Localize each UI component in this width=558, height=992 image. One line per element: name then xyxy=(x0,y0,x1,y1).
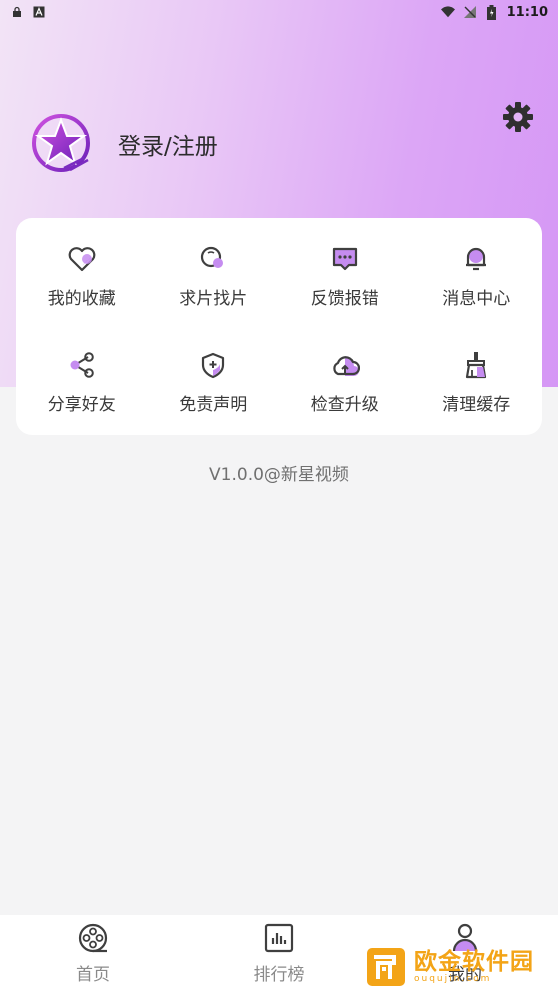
watermark-text: 欧金软件园 xyxy=(414,948,534,975)
wifi-icon xyxy=(440,5,455,19)
watermark-text-block: 欧金软件园 ouqujin.com xyxy=(414,948,534,984)
menu-item-share[interactable]: 分享好友 xyxy=(16,330,148,436)
lock-icon xyxy=(10,5,24,19)
heart-icon xyxy=(68,247,96,272)
menu-item-clear-cache[interactable]: 清理缓存 xyxy=(411,330,543,436)
status-time: 11:10 xyxy=(506,4,548,20)
menu-item-feedback[interactable]: 反馈报错 xyxy=(279,224,411,330)
app-notification-icon xyxy=(32,5,46,19)
login-register-link[interactable]: 登录/注册 xyxy=(118,127,218,161)
profile-section[interactable]: 登录/注册 xyxy=(30,112,218,176)
menu-item-disclaimer[interactable]: 免责声明 xyxy=(148,330,280,436)
watermark-logo-icon xyxy=(367,948,405,986)
feedback-icon xyxy=(332,248,357,271)
tab-home[interactable]: 首页 xyxy=(0,915,186,992)
gear-icon[interactable] xyxy=(501,100,535,134)
menu-item-label: 分享好友 xyxy=(47,394,116,415)
chart-icon xyxy=(264,923,294,953)
bell-icon xyxy=(466,248,487,271)
menu-card: 我的收藏 求片找片 反馈报错 消息中心 分享好友 免责声明 检查升级 清理缓存 xyxy=(16,218,542,435)
tab-label: 首页 xyxy=(76,965,110,985)
status-bar: 11:10 xyxy=(0,0,558,24)
menu-item-check-update[interactable]: 检查升级 xyxy=(279,330,411,436)
share-icon xyxy=(70,351,94,378)
menu-item-label: 反馈报错 xyxy=(310,289,379,310)
search-icon xyxy=(201,247,224,269)
battery-icon xyxy=(485,4,499,20)
menu-item-favorites[interactable]: 我的收藏 xyxy=(16,224,148,330)
menu-item-label: 消息中心 xyxy=(442,289,511,310)
watermark-url: ouqujin.com xyxy=(414,973,492,984)
no-signal-icon xyxy=(463,5,477,19)
menu-item-messages[interactable]: 消息中心 xyxy=(411,224,543,330)
tab-ranking[interactable]: 排行榜 xyxy=(186,915,372,992)
broom-icon xyxy=(466,351,487,378)
menu-item-label: 免责声明 xyxy=(179,394,248,415)
menu-item-request-video[interactable]: 求片找片 xyxy=(148,224,280,330)
cloud-upload-icon xyxy=(333,355,360,376)
menu-item-label: 清理缓存 xyxy=(442,394,511,415)
film-reel-icon xyxy=(78,923,108,953)
shield-icon xyxy=(202,352,225,378)
menu-item-label: 检查升级 xyxy=(310,394,379,415)
menu-item-label: 求片找片 xyxy=(179,289,248,310)
watermark: 欧金软件园 ouqujin.com xyxy=(360,943,556,991)
version-text: V1.0.0@新星视频 xyxy=(209,465,349,485)
app-logo-avatar[interactable] xyxy=(30,112,94,176)
menu-item-label: 我的收藏 xyxy=(47,289,116,310)
tab-label: 排行榜 xyxy=(253,965,305,985)
